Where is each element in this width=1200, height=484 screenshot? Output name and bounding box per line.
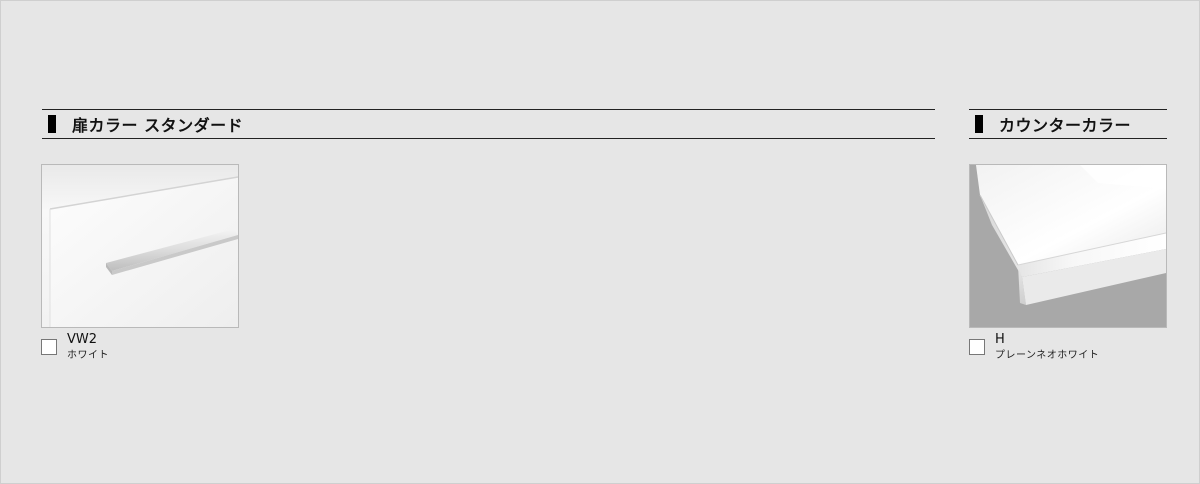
counter-top-image [970,165,1166,327]
door-color-header: 扉カラー スタンダード [42,109,935,139]
counter-color-header: カウンターカラー [969,109,1167,139]
door-vw2-checkbox[interactable] [41,339,57,355]
counter-h-checkbox[interactable] [969,339,985,355]
door-swatch-image[interactable] [41,164,239,328]
section-marker [48,115,56,133]
door-option-labels: VW2 ホワイト [67,332,109,362]
counter-option-name: プレーンネオホワイト [995,350,1100,362]
counter-option-row: H プレーンネオホワイト [969,332,1167,362]
counter-color-title: カウンターカラー [999,116,1132,135]
door-color-title: 扉カラー スタンダード [72,116,244,135]
door-panel-with-handle-image [42,165,238,327]
counter-color-option-h[interactable]: H プレーンネオホワイト [969,164,1167,361]
door-option-name: ホワイト [67,350,109,362]
counter-option-labels: H プレーンネオホワイト [995,332,1100,362]
door-option-code: VW2 [67,332,98,347]
door-color-option-vw2[interactable]: VW2 ホワイト [41,164,239,361]
counter-option-code: H [995,332,1005,347]
door-option-row: VW2 ホワイト [41,332,239,362]
counter-swatch-image[interactable] [969,164,1167,328]
section-marker [975,115,983,133]
